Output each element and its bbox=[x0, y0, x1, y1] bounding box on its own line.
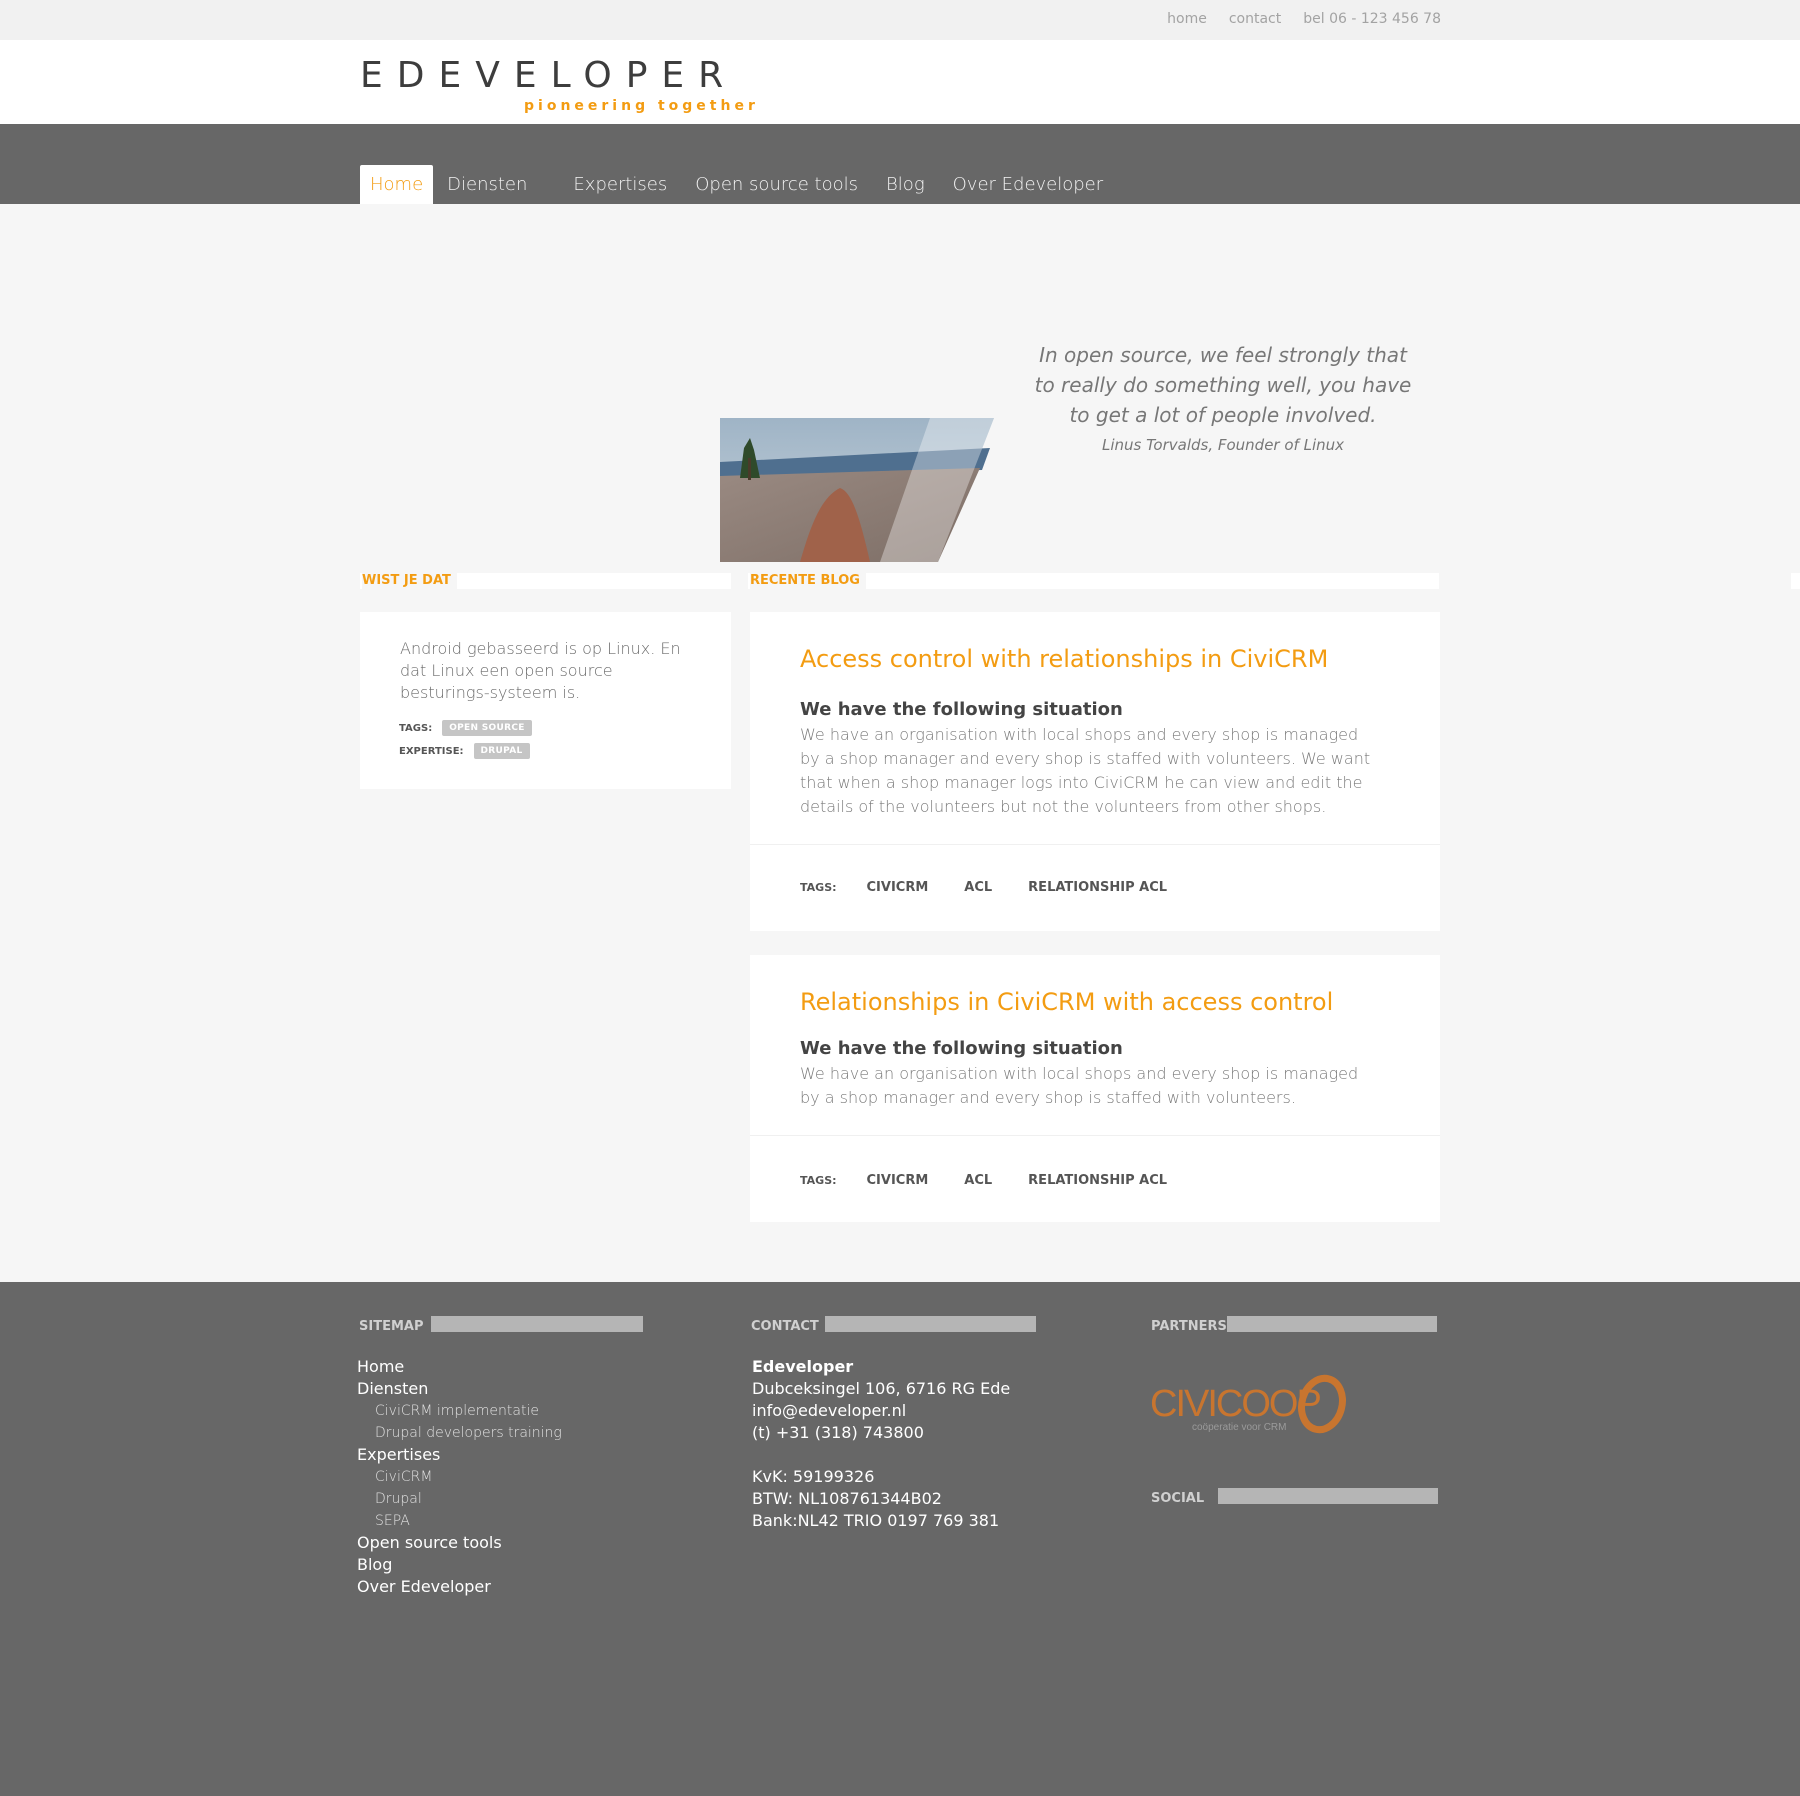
logo-wordmark: EDEVELOPER bbox=[360, 55, 738, 96]
tag-civicrm[interactable]: CIVICRM bbox=[867, 1173, 929, 1188]
sitemap-link-diensten[interactable]: Diensten bbox=[357, 1378, 562, 1400]
header: EDEVELOPER pioneering together bbox=[0, 40, 1800, 124]
company-email[interactable]: info@edeveloper.nl bbox=[752, 1400, 1010, 1422]
sitemap-link-civicrm-implementatie[interactable]: CiviCRM implementatie bbox=[357, 1400, 562, 1422]
partner-logo-sub: coöperatie voor CRM bbox=[1192, 1422, 1286, 1433]
tag-acl[interactable]: ACL bbox=[964, 1173, 992, 1188]
company-phone[interactable]: (t) +31 (318) 743800 bbox=[752, 1422, 1010, 1444]
tags-label: TAGS: bbox=[800, 881, 837, 894]
nav-item-expertises[interactable]: Expertises bbox=[559, 165, 681, 204]
sitemap-link-drupal[interactable]: Drupal bbox=[357, 1488, 562, 1510]
nav-item-blog[interactable]: Blog bbox=[872, 165, 939, 204]
recente-blog-heading: RECENTE BLOG bbox=[748, 572, 1439, 590]
edge-bar bbox=[1791, 573, 1800, 589]
social-heading: SOCIAL bbox=[1151, 1488, 1438, 1506]
utility-link-home[interactable]: home bbox=[1167, 11, 1207, 27]
sitemap-list: Home Diensten CiviCRM implementatie Drup… bbox=[357, 1356, 562, 1598]
nav-item-over-edeveloper[interactable]: Over Edeveloper bbox=[939, 165, 1118, 204]
recente-blog-title: RECENTE BLOG bbox=[750, 572, 866, 590]
wist-je-dat-heading: WIST JE DAT bbox=[360, 572, 731, 590]
expertise-label: EXPERTISE: bbox=[399, 745, 464, 757]
contact-heading: CONTACT bbox=[751, 1316, 1036, 1334]
sitemap-link-sepa[interactable]: SEPA bbox=[357, 1510, 562, 1532]
blog-post-excerpt: We have an organisation with local shops… bbox=[800, 725, 1371, 816]
blog-post-tags: TAGS: CIVICRM ACL RELATIONSHIP ACL bbox=[800, 880, 1203, 895]
wist-je-dat-text: Android gebasseerd is op Linux. En dat L… bbox=[400, 639, 681, 702]
blog-post-title[interactable]: Relationships in CiviCRM with access con… bbox=[800, 988, 1333, 1016]
quote-text: In open source, we feel strongly that to… bbox=[1034, 343, 1412, 427]
top-utility-bar: home contact bel 06 - 123 456 78 bbox=[0, 0, 1800, 40]
sitemap-link-drupal-developers-training[interactable]: Drupal developers training bbox=[357, 1422, 562, 1444]
quote-author: Linus Torvalds, Founder of Linux bbox=[1101, 436, 1345, 454]
blog-post-subtitle: We have the following situation bbox=[800, 699, 1123, 720]
blog-post-excerpt: We have an organisation with local shops… bbox=[800, 1064, 1359, 1107]
tag-relationship-acl[interactable]: RELATIONSHIP ACL bbox=[1028, 880, 1167, 895]
footer: SITEMAP Home Diensten CiviCRM implementa… bbox=[0, 1282, 1800, 1796]
main-navigation: Home Diensten Expertises Open source too… bbox=[0, 124, 1800, 204]
hero-quote: In open source, we feel strongly that to… bbox=[1028, 340, 1418, 454]
tag-relationship-acl[interactable]: RELATIONSHIP ACL bbox=[1028, 1173, 1167, 1188]
wist-tags-row: TAGS: OPEN SOURCE bbox=[399, 720, 532, 736]
hero-image bbox=[720, 418, 994, 562]
nav-item-home[interactable]: Home bbox=[360, 165, 434, 204]
sitemap-link-home[interactable]: Home bbox=[357, 1356, 562, 1378]
sitemap-link-expertises[interactable]: Expertises bbox=[357, 1444, 562, 1466]
company-bank: Bank:NL42 TRIO 0197 769 381 bbox=[752, 1511, 1000, 1530]
sitemap-link-blog[interactable]: Blog bbox=[357, 1554, 562, 1576]
wist-expertise-row: EXPERTISE: DRUPAL bbox=[399, 743, 530, 759]
tags-label: TAGS: bbox=[399, 722, 433, 734]
expertise-drupal[interactable]: DRUPAL bbox=[473, 743, 530, 759]
nav-item-open-source-tools[interactable]: Open source tools bbox=[681, 165, 872, 204]
wist-je-dat-title: WIST JE DAT bbox=[362, 572, 457, 590]
sitemap-link-over-edeveloper[interactable]: Over Edeveloper bbox=[357, 1576, 562, 1598]
company-name: Edeveloper bbox=[752, 1357, 854, 1376]
sitemap-link-open-source-tools[interactable]: Open source tools bbox=[357, 1532, 562, 1554]
tag-acl[interactable]: ACL bbox=[964, 880, 992, 895]
divider bbox=[750, 844, 1440, 845]
partner-logo-word: CIVICOOP bbox=[1150, 1383, 1320, 1425]
civicoop-partner-logo[interactable]: CIVICOOP coöperatie voor CRM bbox=[1150, 1372, 1350, 1442]
divider bbox=[750, 1135, 1440, 1136]
company-address: Dubceksingel 106, 6716 RG Ede bbox=[752, 1379, 1011, 1398]
utility-link-contact[interactable]: contact bbox=[1229, 11, 1281, 27]
site-logo[interactable]: EDEVELOPER pioneering together bbox=[360, 55, 755, 115]
logo-tagline: pioneering together bbox=[524, 98, 759, 114]
sitemap-link-civicrm[interactable]: CiviCRM bbox=[357, 1466, 562, 1488]
company-btw: BTW: NL108761344B02 bbox=[752, 1489, 942, 1508]
blog-post-tags: TAGS: CIVICRM ACL RELATIONSHIP ACL bbox=[800, 1173, 1203, 1188]
sitemap-heading: SITEMAP bbox=[359, 1316, 643, 1334]
contact-block: Edeveloper Dubceksingel 106, 6716 RG Ede… bbox=[752, 1356, 1010, 1532]
tag-civicrm[interactable]: CIVICRM bbox=[867, 880, 929, 895]
utility-links: home contact bel 06 - 123 456 78 bbox=[1167, 11, 1441, 27]
partners-heading: PARTNERS bbox=[1151, 1316, 1437, 1334]
blog-post-title[interactable]: Access control with relationships in Civ… bbox=[800, 645, 1328, 673]
blog-post-subtitle: We have the following situation bbox=[800, 1038, 1123, 1059]
company-kvk: KvK: 59199326 bbox=[752, 1467, 875, 1486]
utility-phone[interactable]: bel 06 - 123 456 78 bbox=[1303, 11, 1441, 27]
nav-item-diensten[interactable]: Diensten bbox=[433, 165, 559, 204]
tag-open-source[interactable]: OPEN SOURCE bbox=[442, 720, 532, 736]
blog-post-card: Relationships in CiviCRM with access con… bbox=[750, 955, 1440, 1222]
blog-post-card: Access control with relationships in Civ… bbox=[750, 612, 1440, 931]
wist-je-dat-card: Android gebasseerd is op Linux. En dat L… bbox=[360, 612, 731, 789]
tags-label: TAGS: bbox=[800, 1174, 837, 1187]
